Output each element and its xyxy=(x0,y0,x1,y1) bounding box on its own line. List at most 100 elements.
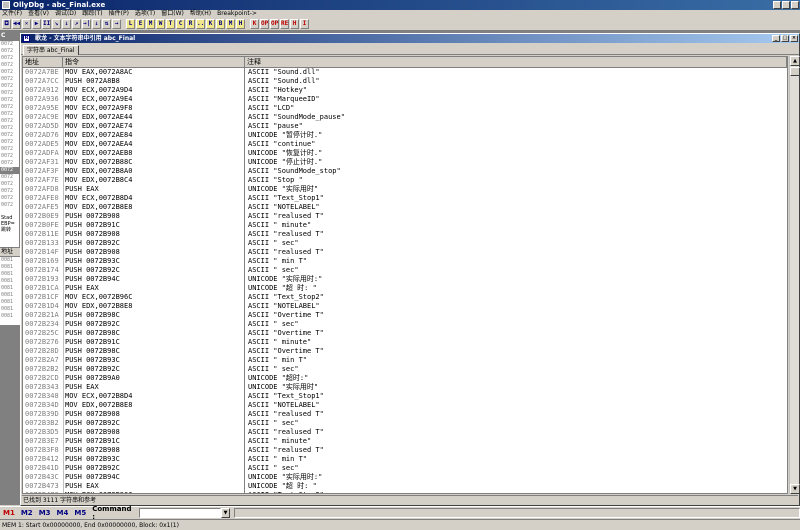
dump-address[interactable]: 0081 xyxy=(0,257,20,264)
table-row[interactable]: 0072B412 PUSH 0072B93C ASCII " min T" xyxy=(23,455,787,464)
table-row[interactable]: 0072AFD8 PUSH EAX UNICODE "实际用时" xyxy=(23,185,787,194)
toolbar-button-icon[interactable]: ↓ xyxy=(92,19,101,29)
table-row[interactable]: 0072A7CC PUSH 0072A8B8 ASCII "Sound.dll" xyxy=(23,77,787,86)
toolbar-plugin-button[interactable]: RE xyxy=(280,19,289,29)
cpu-address[interactable]: 0072 xyxy=(0,104,19,111)
toolbar-plugin-button[interactable]: OP xyxy=(260,19,269,29)
table-row[interactable]: 0072B28D PUSH 0072B98C ASCII "Overtime T" xyxy=(23,347,787,356)
memory-mode-m3[interactable]: M3 xyxy=(36,509,54,517)
vertical-scrollbar[interactable]: ▲ ▼ xyxy=(789,56,800,494)
table-row[interactable]: 0072B276 PUSH 0072B91C ASCII " minute" xyxy=(23,338,787,347)
dump-address[interactable]: 0081 xyxy=(0,306,20,313)
table-row[interactable]: 0072B34D MOV EDX,0072B8E8 ASCII "NOTELABEL… xyxy=(23,401,787,410)
table-row[interactable]: 0072B1CA PUSH EAX UNICODE "超 时: " xyxy=(23,284,787,293)
child-maximize-button[interactable]: □ xyxy=(781,35,789,42)
dump-address[interactable]: 0081 xyxy=(0,299,20,306)
dump-address[interactable]: 0081 xyxy=(0,292,20,299)
table-row[interactable]: 0072B21A PUSH 0072B98C ASCII "Overtime T" xyxy=(23,311,787,320)
toolbar-button-icon[interactable]: ↘ xyxy=(52,19,61,29)
tab-strings[interactable]: 字符串 abc_Final xyxy=(23,45,79,55)
strings-list[interactable]: 地址 指令 注释 0072A7BE MOV EAX,0072A8AC ASCII "… xyxy=(22,56,788,494)
menu-item[interactable]: 选项(T) xyxy=(135,10,155,18)
cpu-address[interactable]: 0072 xyxy=(0,69,19,76)
toolbar-button-icon[interactable]: ◘ xyxy=(2,19,11,29)
cpu-address[interactable]: 0072 xyxy=(0,202,19,209)
dump-address[interactable]: 0081 xyxy=(0,271,20,278)
table-row[interactable]: 0072A936 MOV ECX,0072A9E4 ASCII "MarqueeID… xyxy=(23,95,787,104)
menu-item[interactable]: Breakpoint-> xyxy=(217,10,257,18)
cpu-address[interactable]: 0072 xyxy=(0,160,19,167)
memory-mode-m2[interactable]: M2 xyxy=(18,509,36,517)
command-dropdown-icon[interactable]: ▼ xyxy=(221,508,230,518)
toolbar-window-button[interactable]: M xyxy=(226,19,235,29)
table-row[interactable]: 0072ADFA MOV EDX,0072AEB8 UNICODE "恢复计时." xyxy=(23,149,787,158)
cpu-address[interactable]: 0072 xyxy=(0,125,19,132)
cpu-address[interactable]: 0072 xyxy=(0,118,19,125)
dump-address[interactable]: 0081 xyxy=(0,264,20,271)
toolbar-button-icon[interactable]: ✕ xyxy=(22,19,31,29)
toolbar-window-button[interactable]: H xyxy=(236,19,245,29)
toolbar-button-icon[interactable]: →| xyxy=(82,19,91,29)
toolbar-window-button[interactable]: W xyxy=(156,19,165,29)
cpu-address[interactable]: 0072 xyxy=(0,55,19,62)
table-row[interactable]: 0072B41D PUSH 0072B92C ASCII " sec" xyxy=(23,464,787,473)
toolbar-window-button[interactable]: M xyxy=(146,19,155,29)
table-row[interactable]: 0072B11E PUSH 0072B908 ASCII "realused T" xyxy=(23,230,787,239)
toolbar-plugin-button[interactable]: H xyxy=(290,19,299,29)
table-row[interactable]: 0072B3B2 PUSH 0072B92C ASCII " sec" xyxy=(23,419,787,428)
toolbar-plugin-button[interactable]: OP xyxy=(270,19,279,29)
table-row[interactable]: 0072B3E7 PUSH 0072B91C ASCII " minute" xyxy=(23,437,787,446)
cpu-address[interactable]: 0072 xyxy=(0,153,19,160)
toolbar-window-button[interactable]: T xyxy=(166,19,175,29)
memory-mode-m1[interactable]: M1 xyxy=(0,509,18,517)
table-row[interactable]: 0072AD76 MOV EDX,0072AE84 UNICODE "暂停计时." xyxy=(23,131,787,140)
table-row[interactable]: 0072A912 MOV ECX,0072A9D4 ASCII "Hotkey" xyxy=(23,86,787,95)
toolbar-button-icon[interactable]: ⇅ xyxy=(102,19,111,29)
table-row[interactable]: 0072B193 PUSH 0072B94C UNICODE "实际用时:" xyxy=(23,275,787,284)
toolbar-plugin-button[interactable]: K xyxy=(250,19,259,29)
table-row[interactable]: 0072A95E MOV ECX,0072A9F8 ASCII "LCD" xyxy=(23,104,787,113)
scroll-down-arrow-icon[interactable]: ▼ xyxy=(790,484,800,494)
table-row[interactable]: 0072AF31 MOV EDX,0072B88C UNICODE "停止计时." xyxy=(23,158,787,167)
header-comment[interactable]: 注释 xyxy=(245,57,787,67)
toolbar-window-button[interactable]: L xyxy=(126,19,135,29)
toolbar-window-button[interactable]: E xyxy=(136,19,145,29)
cpu-address[interactable]: 0072 xyxy=(0,62,19,69)
toolbar-window-button[interactable]: ... xyxy=(196,19,205,29)
strings-window[interactable]: R 歌龙 - 文本字符串中引用 abc_Final _ □ × 字符串 abc_… xyxy=(20,33,800,506)
table-row[interactable]: 0072AFE5 MOV EDX,0072B8E8 ASCII "NOTELABEL… xyxy=(23,203,787,212)
table-row[interactable]: 0072AC9E MOV EDX,0072AE44 ASCII "SoundMode… xyxy=(23,113,787,122)
scroll-thumb[interactable] xyxy=(790,67,800,76)
cpu-address[interactable]: 0072 xyxy=(0,188,19,195)
table-row[interactable]: 0072B133 PUSH 0072B92C ASCII " sec" xyxy=(23,239,787,248)
dump-address[interactable]: 0081 xyxy=(0,313,20,320)
table-row[interactable]: 0072ADE5 MOV EDX,0072AEA4 ASCII "continue" xyxy=(23,140,787,149)
cpu-address[interactable]: 0072 xyxy=(0,174,19,181)
cpu-address[interactable]: 0072 xyxy=(0,195,19,202)
toolbar-button-icon[interactable]: ▶ xyxy=(32,19,41,29)
cpu-address[interactable]: 0072 xyxy=(0,90,19,97)
toolbar-button-icon[interactable]: ↗ xyxy=(72,19,81,29)
dump-window-strip[interactable]: 地址 0081 0081 0081 0081 0081 0081 0081 0081 0081 xyxy=(0,247,20,325)
header-address[interactable]: 地址 xyxy=(23,57,63,67)
memory-mode-m5[interactable]: M5 xyxy=(71,509,89,517)
toolbar-window-button[interactable]: R xyxy=(186,19,195,29)
table-row[interactable]: 0072B348 MOV ECX,0072B8D4 ASCII "Text_Stop… xyxy=(23,392,787,401)
table-row[interactable]: 0072B2B2 PUSH 0072B92C ASCII " sec" xyxy=(23,365,787,374)
table-row[interactable]: 0072B343 PUSH EAX UNICODE "实际用时" xyxy=(23,383,787,392)
table-row[interactable]: 0072AF3F MOV EDX,0072B8A0 ASCII "SoundMode… xyxy=(23,167,787,176)
toolbar-button-icon[interactable]: ◀◀ xyxy=(12,19,21,29)
command-input[interactable] xyxy=(138,508,222,518)
table-row[interactable]: 0072B0FE PUSH 0072B91C ASCII " minute" xyxy=(23,221,787,230)
cpu-address[interactable]: 0072 xyxy=(0,48,19,55)
dump-address[interactable]: 0081 xyxy=(0,278,20,285)
table-row[interactable]: 0072B3F8 PUSH 0072B908 ASCII "realused T" xyxy=(23,446,787,455)
table-row[interactable]: 0072B174 PUSH 0072B92C ASCII " sec" xyxy=(23,266,787,275)
table-row[interactable]: 0072AF7E MOV EDX,0072B8C4 ASCII "Stop " xyxy=(23,176,787,185)
table-row[interactable]: 0072B2A7 PUSH 0072B93C ASCII " min T" xyxy=(23,356,787,365)
cpu-address[interactable]: 0072 xyxy=(0,97,19,104)
toolbar-plugin-button[interactable]: I xyxy=(300,19,309,29)
cpu-address[interactable]: 0072 xyxy=(0,41,19,48)
table-row[interactable]: 0072B14F PUSH 0072B908 ASCII "realused T" xyxy=(23,248,787,257)
table-row[interactable]: 0072B0E9 PUSH 0072B908 ASCII "realused T" xyxy=(23,212,787,221)
